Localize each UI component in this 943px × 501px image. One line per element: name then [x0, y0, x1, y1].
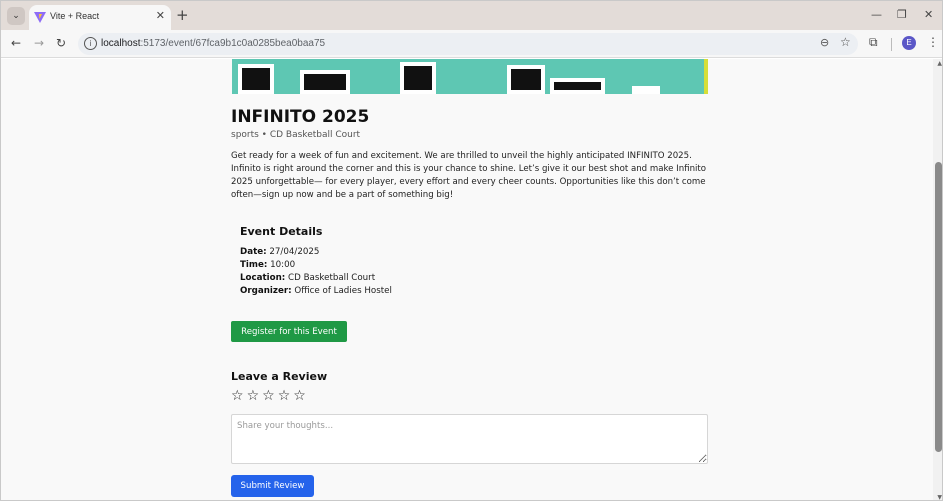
- extensions-icon[interactable]: ⧉: [869, 35, 878, 50]
- vertical-scrollbar[interactable]: ▲ ▼: [933, 59, 942, 500]
- window-close-icon[interactable]: ✕: [924, 8, 933, 21]
- tab-title: Vite + React: [50, 11, 100, 21]
- back-icon[interactable]: ←: [11, 36, 21, 50]
- vite-favicon-icon: [34, 12, 46, 23]
- review-textarea[interactable]: [231, 414, 708, 464]
- restore-icon[interactable]: ❐: [897, 8, 907, 21]
- page-viewport: INFINITO 2025 sports • CD Basketball Cou…: [1, 59, 942, 500]
- star-icon[interactable]: ☆: [278, 388, 291, 404]
- scrollbar-thumb[interactable]: [935, 162, 942, 452]
- event-description: Get ready for a week of fun and exciteme…: [231, 151, 707, 200]
- navigation-bar: ← → ↻ i localhost:5173/event/67fca9b1c0a…: [1, 30, 942, 58]
- event-banner-image: [232, 59, 708, 94]
- profile-avatar[interactable]: E: [902, 36, 916, 50]
- time-value: 10:00: [270, 260, 296, 270]
- minimize-icon[interactable]: —: [871, 8, 882, 21]
- address-bar[interactable]: i localhost:5173/event/67fca9b1c0a0285be…: [78, 33, 858, 55]
- bookmark-star-icon[interactable]: ☆: [840, 35, 851, 49]
- scroll-down-icon[interactable]: ▼: [937, 494, 942, 500]
- new-tab-icon[interactable]: +: [176, 6, 189, 24]
- star-icon[interactable]: ☆: [247, 388, 260, 404]
- review-heading: Leave a Review: [231, 370, 328, 383]
- register-button[interactable]: Register for this Event: [231, 321, 347, 342]
- reload-icon[interactable]: ↻: [56, 36, 66, 50]
- organizer-label: Organizer:: [240, 286, 292, 296]
- close-icon[interactable]: ✕: [156, 9, 165, 22]
- detail-organizer: Organizer: Office of Ladies Hostel: [240, 286, 392, 296]
- detail-date: Date: 27/04/2025: [240, 247, 319, 257]
- star-icon[interactable]: ☆: [262, 388, 275, 404]
- date-value: 27/04/2025: [269, 247, 320, 257]
- tab-strip: ⌄ Vite + React ✕ + — ❐ ✕: [1, 1, 942, 30]
- location-label: Location:: [240, 273, 286, 283]
- event-title: INFINITO 2025: [231, 107, 370, 127]
- date-label: Date:: [240, 247, 267, 257]
- forward-icon[interactable]: →: [34, 36, 44, 50]
- scroll-up-icon[interactable]: ▲: [937, 60, 942, 67]
- url-host: localhost: [101, 38, 141, 49]
- location-value: CD Basketball Court: [288, 273, 376, 283]
- star-icon[interactable]: ☆: [293, 388, 306, 404]
- submit-review-button[interactable]: Submit Review: [231, 475, 314, 497]
- time-label: Time:: [240, 260, 268, 270]
- browser-tab[interactable]: Vite + React ✕: [29, 5, 171, 30]
- event-details-heading: Event Details: [240, 225, 323, 238]
- detail-location: Location: CD Basketball Court: [240, 273, 375, 283]
- site-info-icon[interactable]: i: [84, 37, 97, 50]
- tab-search-icon[interactable]: ⌄: [7, 7, 25, 25]
- organizer-value: Office of Ladies Hostel: [294, 286, 392, 296]
- star-rating: ☆ ☆ ☆ ☆ ☆: [231, 388, 306, 404]
- zoom-icon[interactable]: ⊖: [820, 36, 829, 49]
- menu-icon[interactable]: ⋮: [927, 35, 939, 49]
- toolbar-divider: [891, 38, 892, 51]
- url-text[interactable]: localhost:5173/event/67fca9b1c0a0285bea0…: [101, 38, 325, 49]
- url-path: :5173/event/67fca9b1c0a0285bea0baa75: [140, 38, 326, 49]
- browser-window: ⌄ Vite + React ✕ + — ❐ ✕ ← → ↻ i localho…: [0, 0, 943, 501]
- star-icon[interactable]: ☆: [231, 388, 244, 404]
- event-subtitle: sports • CD Basketball Court: [231, 130, 361, 140]
- detail-time: Time: 10:00: [240, 260, 295, 270]
